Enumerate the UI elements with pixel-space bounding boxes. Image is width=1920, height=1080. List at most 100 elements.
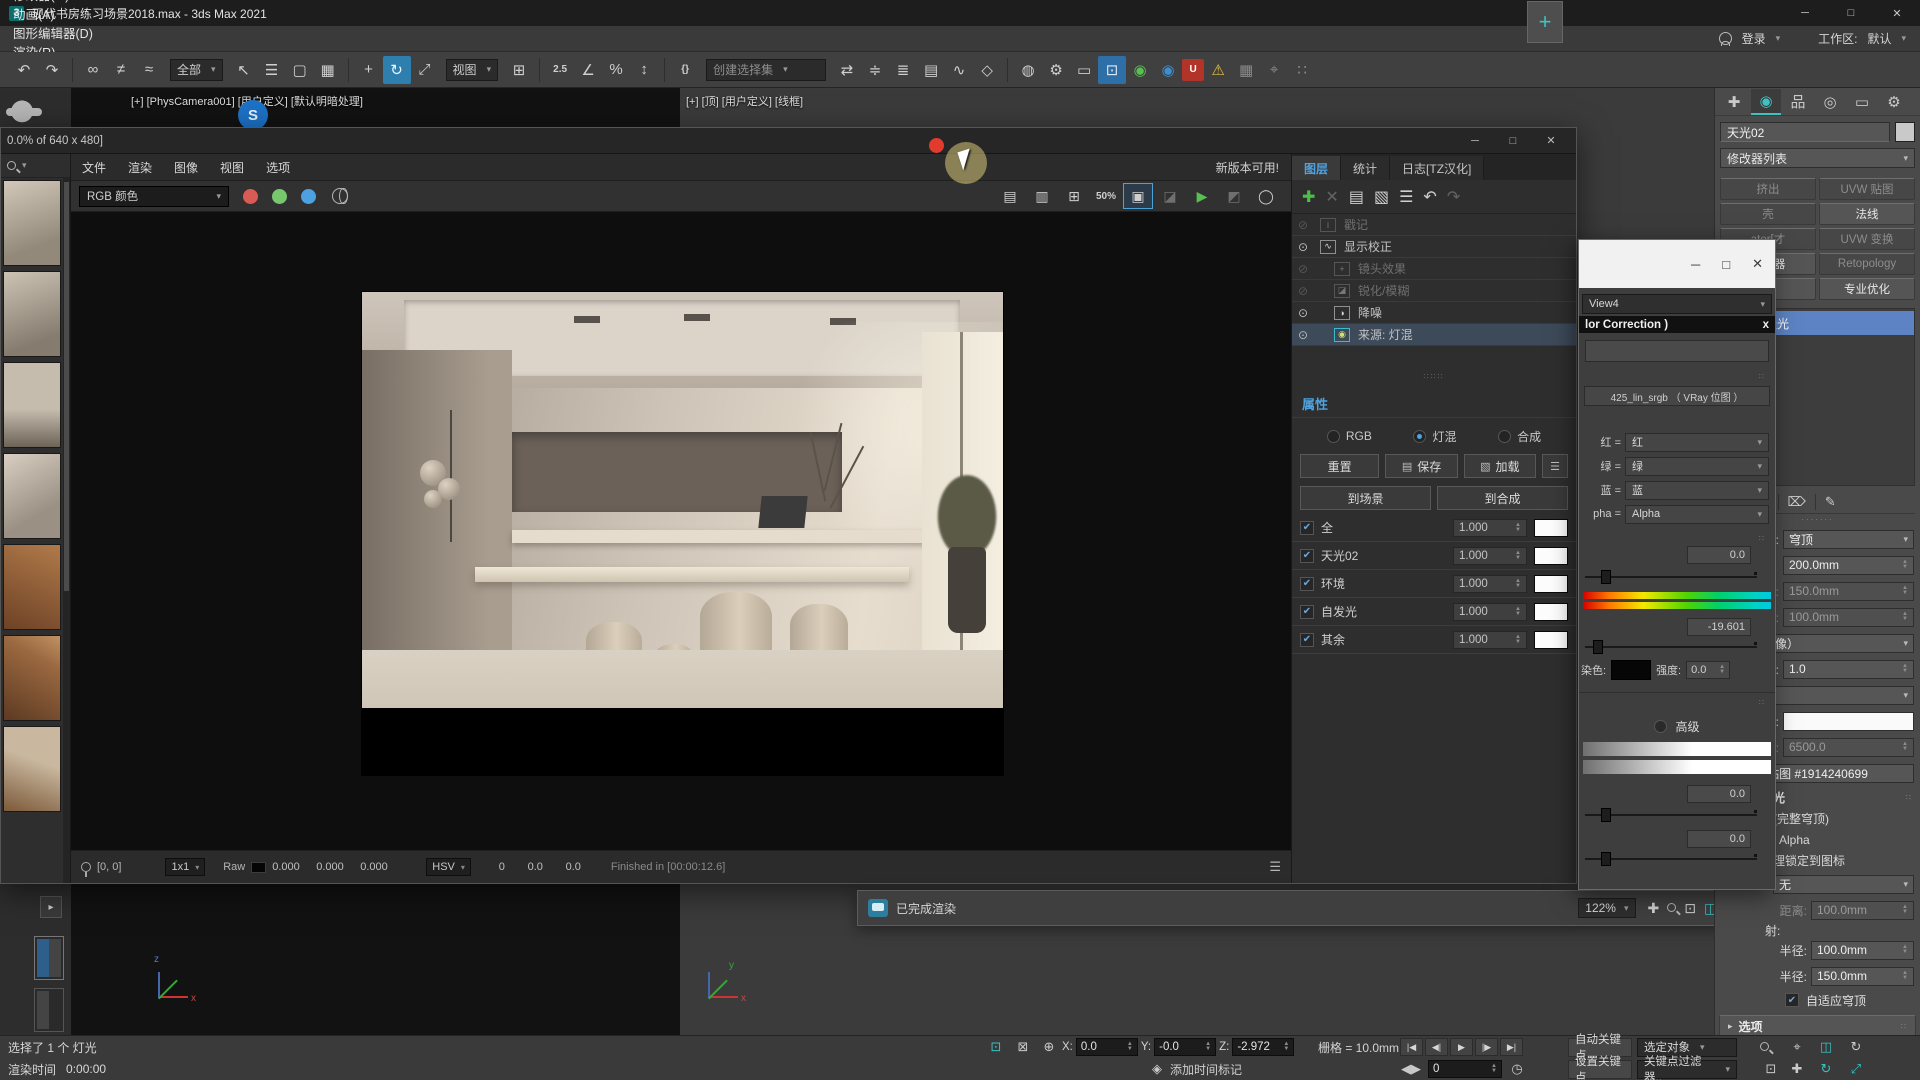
align-icon[interactable]: ≑ [861, 56, 889, 84]
zoom-all-icon[interactable]: ⌖ [1786, 1039, 1808, 1055]
configure-modifier-sets-icon[interactable]: ✎ [1825, 494, 1836, 510]
history-thumbnail[interactable] [3, 362, 61, 448]
lightmix-checkbox[interactable] [1300, 549, 1314, 563]
spinner[interactable] [1515, 523, 1521, 533]
visibility-eye-icon[interactable]: ⊘ [1298, 284, 1320, 298]
add-time-tag[interactable]: 添加时间标记 [1170, 1061, 1242, 1078]
view-dropdown[interactable]: View4 [1582, 294, 1772, 314]
save-image-icon[interactable]: ▤ [995, 183, 1025, 209]
tab-utilities[interactable]: ⚙ [1879, 89, 1909, 115]
pick-object-icon[interactable]: ◪ [1155, 183, 1185, 209]
save-button[interactable]: ▤保存 [1385, 454, 1457, 478]
red-channel-dropdown[interactable]: 红 [1625, 433, 1769, 452]
to-scene-button[interactable]: 到场景 [1300, 486, 1431, 510]
current-frame-field[interactable]: 0 [1428, 1060, 1502, 1078]
load-layers-icon[interactable]: ▧ [1374, 187, 1389, 207]
modifier-button[interactable]: UVW 贴图 [1819, 178, 1915, 200]
tab-modify[interactable]: ◉ [1751, 89, 1781, 115]
level-value-field[interactable]: 0.0 [1687, 785, 1751, 803]
lightmix-menu-button[interactable]: ☰ [1542, 454, 1568, 478]
multiplier-field[interactable]: 1.000 [1453, 519, 1527, 537]
modifier-button[interactable]: 挤出 [1720, 178, 1816, 200]
use-pivot-center-icon[interactable]: ⊞ [505, 56, 533, 84]
layer-row-source-lightmix[interactable]: ⊙ ◉ 来源: 灯混 [1292, 324, 1576, 346]
angle-snap-icon[interactable]: ∠ [574, 56, 602, 84]
render-last-icon[interactable]: ▶ [1187, 183, 1217, 209]
rotate-icon[interactable]: ↻ [383, 56, 411, 84]
zoom-region-icon[interactable]: ⊡ [1760, 1061, 1782, 1077]
render-icon[interactable]: ◯ [1251, 183, 1281, 209]
lightmix-color-swatch[interactable] [1534, 519, 1568, 537]
load-button[interactable]: ▧加载 [1464, 454, 1536, 478]
multiplier-field[interactable]: 1.000 [1453, 603, 1527, 621]
viewport-zoom-dropdown[interactable]: 122% [1578, 898, 1635, 918]
size-field[interactable]: 200.0mm [1783, 556, 1914, 575]
save-layers-icon[interactable]: ▤ [1349, 187, 1364, 207]
red-channel-button[interactable] [243, 189, 258, 204]
y-coordinate-field[interactable]: -0.0 [1154, 1038, 1216, 1056]
material-editor-icon[interactable]: ◍ [1014, 56, 1042, 84]
edit-named-sets-icon[interactable]: {} [671, 56, 699, 84]
curve-editor-icon[interactable]: ∿ [945, 56, 973, 84]
history-thumbnail[interactable] [3, 453, 61, 539]
temperature-field[interactable]: 6500.0 [1783, 738, 1914, 757]
alpha-channel-dropdown[interactable]: Alpha [1625, 505, 1769, 524]
named-selection-sets-dropdown[interactable]: 创建选择集 [706, 59, 826, 81]
cc-source-button[interactable]: 425_lin_srgb （ VRay 位图 ） [1584, 386, 1770, 406]
tint-strength-field[interactable]: 0.0 [1686, 661, 1730, 679]
layer-explorer-icon[interactable]: ▤ [917, 56, 945, 84]
blue-channel-dropdown[interactable]: 蓝 [1625, 481, 1769, 500]
vfb-title-bar[interactable]: 0.0% of 640 x 480] ─ □ ✕ [1, 128, 1576, 154]
history-thumbnail[interactable] [3, 544, 61, 630]
spinner[interactable] [1515, 579, 1521, 589]
saturation-value-field[interactable]: -19.601 [1687, 618, 1751, 636]
visibility-eye-icon[interactable]: ⊘ [1298, 262, 1320, 276]
placement-tool-icon[interactable]: ⌖ [1260, 56, 1288, 84]
level-slider[interactable] [1585, 852, 1757, 866]
lightmix-checkbox[interactable] [1300, 577, 1314, 591]
modifier-button[interactable]: Retopology [1819, 253, 1915, 275]
vfb-maximize-button[interactable]: □ [1494, 129, 1532, 153]
render-iterative-icon[interactable]: ◉ [1154, 56, 1182, 84]
spinner[interactable] [1515, 635, 1521, 645]
cc-name-field[interactable] [1585, 340, 1769, 362]
mirror-icon[interactable]: ⇄ [833, 56, 861, 84]
cc-minimize-button[interactable]: ─ [1691, 257, 1700, 272]
percent-snap-icon[interactable]: % [602, 56, 630, 84]
vfb-menu-item[interactable]: 图像 [163, 159, 209, 176]
spinner[interactable] [1515, 551, 1521, 561]
select-and-link-icon[interactable]: ∞ [79, 56, 107, 84]
rendered-frame-window-icon[interactable]: ▭ [1070, 56, 1098, 84]
region-render-icon[interactable]: ▣ [1123, 183, 1153, 209]
undo-icon[interactable]: ↶ [10, 56, 38, 84]
set-key-button[interactable]: 设置关键点 [1568, 1060, 1632, 1079]
reset-button[interactable]: 重置 [1300, 454, 1379, 478]
green-channel-button[interactable] [272, 189, 287, 204]
zoom-region-icon[interactable]: ⊡ [1684, 900, 1696, 917]
vfb-canvas[interactable] [71, 212, 1291, 850]
vfb-menu-item[interactable]: 渲染 [117, 159, 163, 176]
rect-selection-region-icon[interactable]: ▢ [286, 56, 314, 84]
vfb-history-search[interactable]: ▾ [1, 154, 70, 178]
modifier-button[interactable]: 壳 [1720, 203, 1816, 225]
select-object-icon[interactable]: ↖ [230, 56, 258, 84]
layer-row-lens-effects[interactable]: ⊘ + 镜头效果 [1292, 258, 1576, 280]
orbit-icon[interactable]: ↻ [1845, 1039, 1867, 1055]
radius-field[interactable]: 150.0mm [1811, 967, 1914, 986]
window-maximize-button[interactable]: □ [1828, 0, 1874, 26]
transform-type-in-icon[interactable]: ⊕ [1038, 1039, 1060, 1055]
save-all-channels-icon[interactable]: ▥ [1027, 183, 1057, 209]
object-name-field[interactable]: 天光02 [1720, 122, 1890, 142]
previous-frame-button[interactable]: ◀| [1425, 1038, 1448, 1056]
render-region-icon[interactable]: ⊡ [1098, 56, 1126, 84]
modifier-button[interactable]: UVW 变换 [1819, 228, 1915, 250]
viewport-top-label[interactable]: [+] [顶] [用户定义] [线框] [686, 93, 803, 109]
set-keys-button[interactable]: + [1527, 1, 1563, 43]
multiplier-field[interactable]: 1.000 [1453, 575, 1527, 593]
warning-icon[interactable]: ⚠ [1204, 56, 1232, 84]
visibility-eye-icon[interactable]: ⊙ [1298, 306, 1320, 320]
tab-layers[interactable]: 图层 [1292, 156, 1341, 180]
multiplier-field[interactable]: 1.000 [1453, 547, 1527, 565]
reference-coordinate-dropdown[interactable]: 视图 [446, 59, 499, 81]
lightmix-color-swatch[interactable] [1534, 575, 1568, 593]
